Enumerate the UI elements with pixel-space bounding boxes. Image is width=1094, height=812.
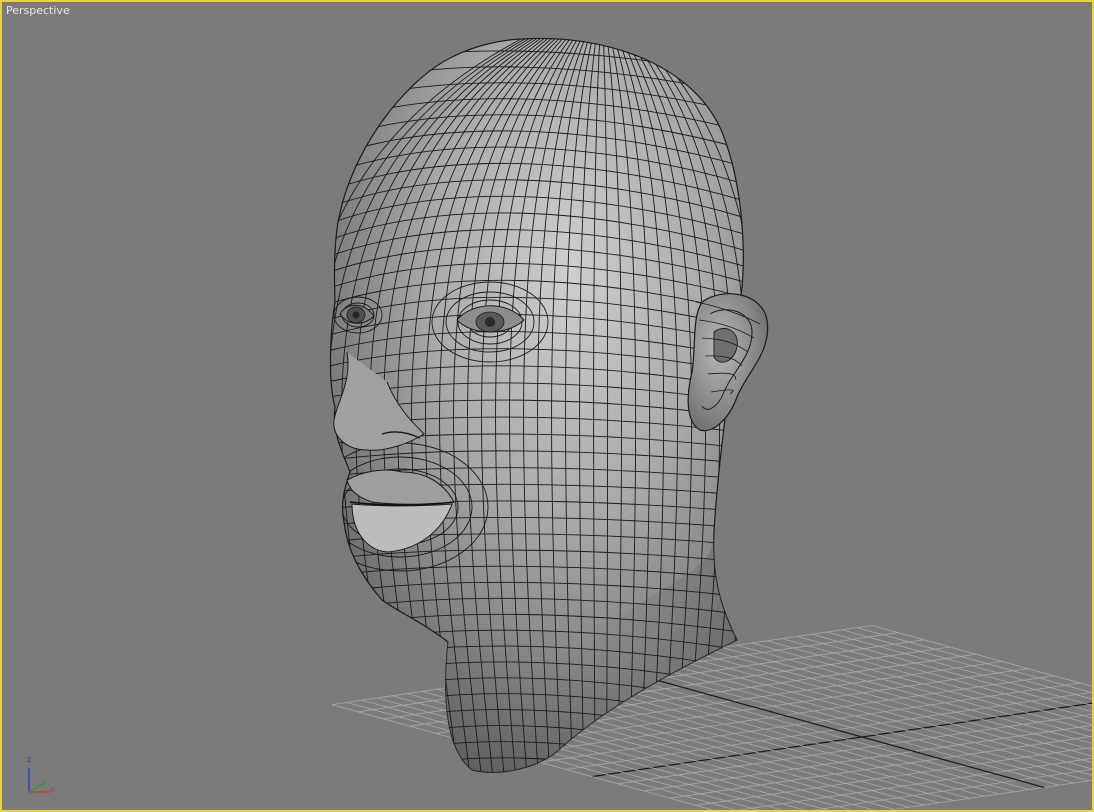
grid-line: [591, 702, 1092, 778]
grid-line: [631, 660, 1075, 784]
grid-line: [812, 768, 1092, 810]
grid-line: [766, 640, 1092, 732]
axis-z-label: z: [27, 755, 32, 764]
perspective-viewport[interactable]: Perspective z y x: [0, 0, 1094, 812]
grid-line: [586, 666, 1030, 790]
grid-line: [695, 746, 1092, 806]
ear: [687, 293, 769, 432]
axis-x-label: x: [50, 785, 55, 794]
grid-line: [616, 662, 1060, 786]
grid-line: [646, 658, 1090, 782]
grid-line: [781, 638, 1092, 725]
axis-y-label: y: [42, 777, 47, 786]
scene-canvas[interactable]: [2, 2, 1092, 810]
axis-gizmo: z y x: [24, 756, 60, 796]
grid-line: [601, 664, 1045, 788]
